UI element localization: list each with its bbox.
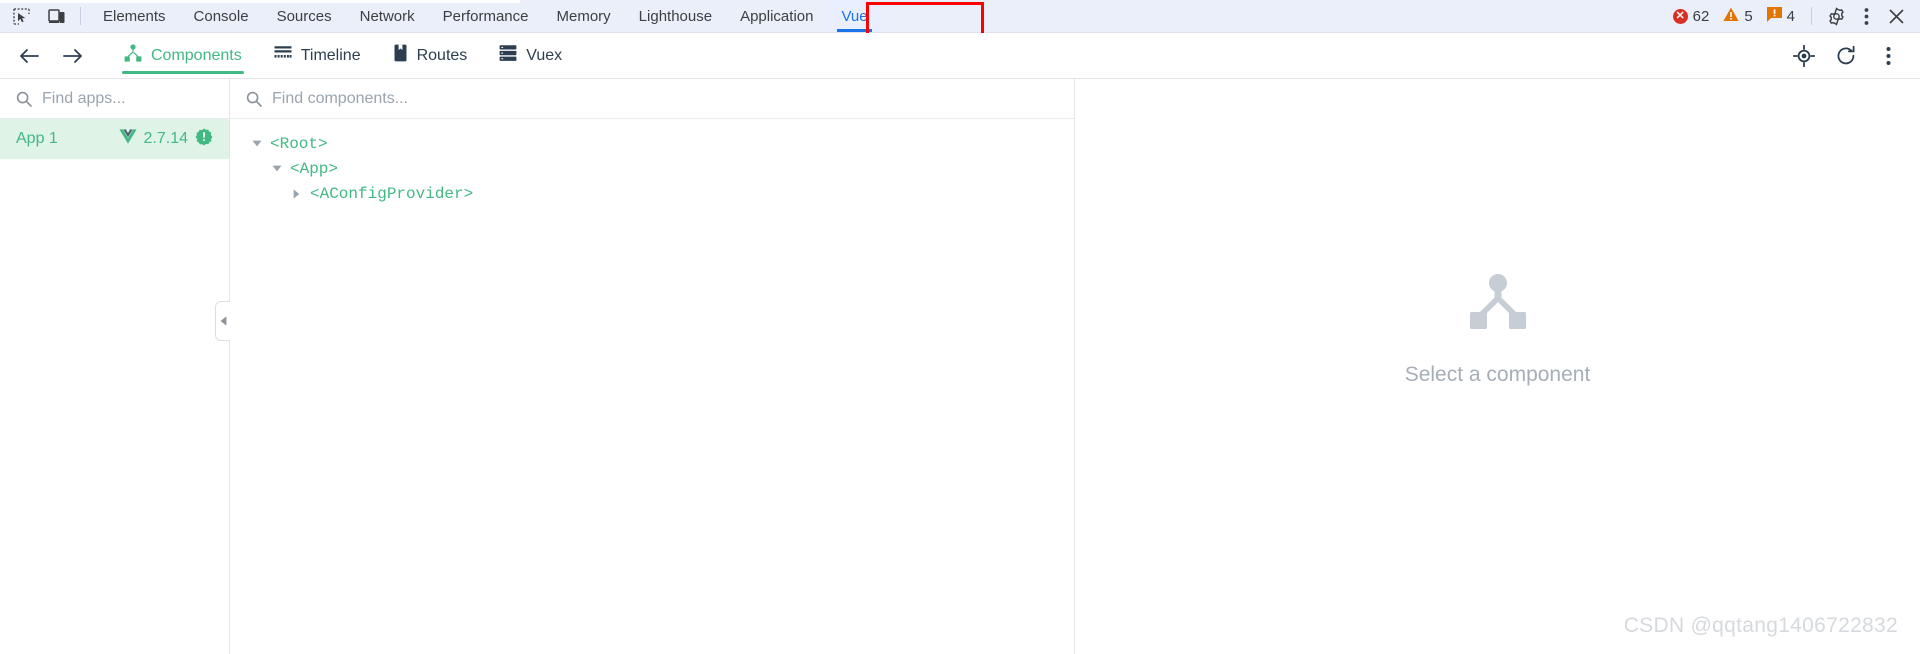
- more-menu-icon[interactable]: [1874, 42, 1902, 70]
- vue-tab-components[interactable]: Components: [108, 33, 258, 78]
- search-icon: [246, 91, 262, 107]
- error-count: 62: [1692, 7, 1710, 25]
- find-components-search-row[interactable]: [230, 79, 1074, 119]
- chevron-right-icon[interactable]: [290, 187, 303, 200]
- tab-label: Console: [193, 7, 249, 25]
- tab-label: Vue: [841, 7, 868, 25]
- apps-sidebar: App 1 2.7.14: [0, 79, 230, 654]
- app-name-label: App 1: [16, 130, 58, 147]
- main-content: App 1 2.7.14: [0, 79, 1920, 654]
- component-hierarchy-icon: [1468, 274, 1528, 335]
- devtools-top-bar: Elements Console Sources Network Perform…: [0, 0, 1920, 33]
- vue-tab-vuex[interactable]: Vuex: [483, 33, 578, 78]
- find-components-input[interactable]: [272, 89, 1058, 108]
- chevron-down-icon[interactable]: [250, 137, 263, 150]
- devtools-tab-memory[interactable]: Memory: [543, 0, 625, 32]
- vue-tab-list: Components Timeline Routes Vuex: [108, 33, 578, 78]
- issues-counter[interactable]: 4: [1761, 6, 1801, 26]
- devtools-tab-list: Elements Console Sources Network Perform…: [89, 0, 882, 32]
- component-tree-pane: <Root> <App> <AConfigProvider>: [230, 79, 1075, 654]
- nav-arrow-group: [0, 39, 90, 73]
- tree-node-root[interactable]: <Root>: [230, 131, 1074, 156]
- devtools-tab-vue[interactable]: Vue: [827, 0, 882, 32]
- tab-label: Memory: [556, 7, 611, 25]
- inspect-element-icon[interactable]: [6, 3, 36, 29]
- devtools-tab-lighthouse[interactable]: Lighthouse: [625, 0, 726, 32]
- tree-node-label: <Root>: [270, 134, 328, 153]
- devtools-left-icons: [0, 0, 72, 32]
- components-tree-icon: [124, 44, 142, 67]
- empty-state: Select a component: [1075, 274, 1920, 387]
- devtools-tab-sources[interactable]: Sources: [263, 0, 346, 32]
- routes-bookmark-icon: [393, 44, 408, 67]
- devtools-tab-application[interactable]: Application: [726, 0, 827, 32]
- issue-count: 4: [1786, 7, 1795, 25]
- find-apps-input[interactable]: [42, 89, 213, 108]
- vue-devtools-toolbar: Components Timeline Routes Vuex: [0, 33, 1920, 79]
- app-list-item-app-1[interactable]: App 1 2.7.14: [0, 119, 229, 159]
- warning-icon: [1723, 7, 1739, 26]
- refresh-icon[interactable]: [1832, 42, 1860, 70]
- devtools-tab-performance[interactable]: Performance: [429, 0, 543, 32]
- devtools-tab-console[interactable]: Console: [180, 0, 263, 32]
- error-counter[interactable]: ✕ 62: [1667, 8, 1716, 25]
- toolbar-divider: [80, 7, 81, 25]
- watermark: CSDN @qqtang1406722832: [1623, 614, 1898, 637]
- vue-logo-icon: [118, 129, 137, 149]
- tab-label: Network: [359, 7, 415, 25]
- more-options-icon[interactable]: [1852, 3, 1880, 29]
- status-divider: [1811, 7, 1812, 25]
- find-apps-search-row[interactable]: [0, 79, 229, 119]
- forward-arrow-icon[interactable]: [56, 39, 90, 73]
- vuex-store-icon: [499, 44, 517, 67]
- vue-tab-label: Routes: [416, 46, 468, 64]
- tree-node-label: <App>: [290, 159, 339, 178]
- warning-count: 5: [1744, 7, 1753, 25]
- settings-gear-icon[interactable]: [1822, 3, 1850, 29]
- vue-tab-label: Components: [151, 46, 242, 64]
- empty-state-label: Select a component: [1404, 363, 1591, 386]
- component-tree-list: <Root> <App> <AConfigProvider>: [230, 119, 1074, 206]
- vue-tab-label: Timeline: [300, 46, 361, 64]
- devtools-tab-elements[interactable]: Elements: [89, 0, 180, 32]
- tree-node-app[interactable]: <App>: [230, 156, 1074, 181]
- vue-tab-label: Vuex: [526, 46, 563, 64]
- vue-tab-routes[interactable]: Routes: [377, 33, 484, 78]
- tab-label: Performance: [442, 7, 529, 25]
- tree-node-aconfigprovider[interactable]: <AConfigProvider>: [230, 181, 1074, 206]
- search-icon: [16, 91, 32, 107]
- close-devtools-icon[interactable]: [1882, 3, 1910, 29]
- tree-node-label: <AConfigProvider>: [310, 184, 474, 203]
- devtools-status-area: ✕ 62 5 4: [1667, 0, 1920, 32]
- warning-counter[interactable]: 5: [1717, 7, 1758, 26]
- issue-icon: [1766, 6, 1782, 26]
- issue-badge[interactable]: [195, 128, 213, 151]
- error-icon: ✕: [1672, 8, 1688, 24]
- chevron-down-icon[interactable]: [270, 162, 283, 175]
- app-version-label: 2.7.14: [143, 130, 188, 147]
- component-detail-pane: Select a component CSDN @qqtang140672283…: [1075, 79, 1920, 654]
- timeline-icon: [274, 44, 292, 67]
- tab-label: Lighthouse: [638, 7, 713, 25]
- select-component-target-icon[interactable]: [1790, 42, 1818, 70]
- device-toolbar-icon[interactable]: [42, 3, 72, 29]
- devtools-tab-network[interactable]: Network: [346, 0, 429, 32]
- vue-tab-timeline[interactable]: Timeline: [258, 33, 377, 78]
- tab-label: Sources: [276, 7, 332, 25]
- tab-label: Application: [740, 7, 814, 25]
- collapse-sidebar-handle[interactable]: [215, 301, 230, 341]
- vue-toolbar-right-icons: [1790, 42, 1920, 70]
- tab-label: Elements: [103, 7, 166, 25]
- back-arrow-icon[interactable]: [12, 39, 46, 73]
- app-meta: 2.7.14: [118, 128, 213, 151]
